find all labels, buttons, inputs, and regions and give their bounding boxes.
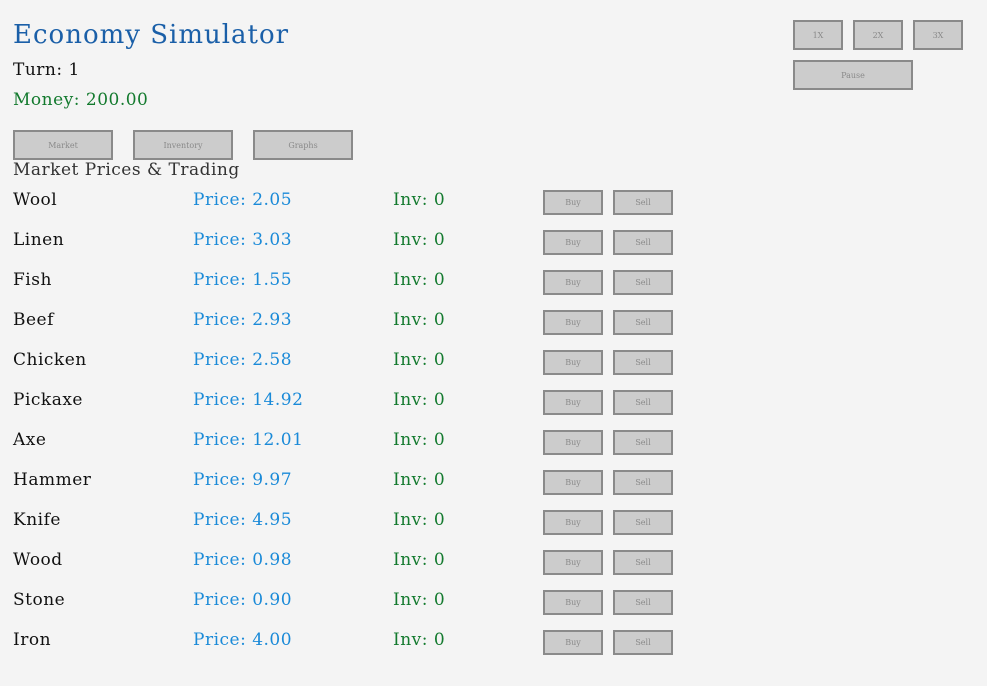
- market-row: Pickaxe Price: 14.92 Inv: 0 Buy Sell: [0, 390, 987, 430]
- sell-button[interactable]: Sell: [613, 510, 673, 535]
- item-name: Axe: [13, 430, 47, 450]
- item-inventory: Inv: 0: [393, 590, 446, 610]
- buy-button[interactable]: Buy: [543, 230, 603, 255]
- sell-button[interactable]: Sell: [613, 190, 673, 215]
- item-price: Price: 2.58: [193, 350, 293, 370]
- market-row: Hammer Price: 9.97 Inv: 0 Buy Sell: [0, 470, 987, 510]
- buy-button[interactable]: Buy: [543, 630, 603, 655]
- item-price: Price: 2.93: [193, 310, 293, 330]
- item-price: Price: 4.00: [193, 630, 293, 650]
- item-name: Pickaxe: [13, 390, 83, 410]
- item-inventory: Inv: 0: [393, 310, 446, 330]
- item-name: Hammer: [13, 470, 92, 490]
- item-inventory: Inv: 0: [393, 230, 446, 250]
- buy-button[interactable]: Buy: [543, 430, 603, 455]
- item-name: Chicken: [13, 350, 87, 370]
- item-price: Price: 2.05: [193, 190, 293, 210]
- buy-button[interactable]: Buy: [543, 350, 603, 375]
- sell-button[interactable]: Sell: [613, 270, 673, 295]
- item-inventory: Inv: 0: [393, 190, 446, 210]
- market-row: Fish Price: 1.55 Inv: 0 Buy Sell: [0, 270, 987, 310]
- item-inventory: Inv: 0: [393, 430, 446, 450]
- sell-button[interactable]: Sell: [613, 350, 673, 375]
- sell-button[interactable]: Sell: [613, 590, 673, 615]
- market-row: Axe Price: 12.01 Inv: 0 Buy Sell: [0, 430, 987, 470]
- sell-button[interactable]: Sell: [613, 550, 673, 575]
- item-name: Fish: [13, 270, 52, 290]
- item-price: Price: 0.90: [193, 590, 293, 610]
- buy-button[interactable]: Buy: [543, 550, 603, 575]
- market-heading: Market Prices & Trading: [13, 160, 240, 180]
- item-inventory: Inv: 0: [393, 390, 446, 410]
- pause-button[interactable]: Pause: [793, 60, 913, 90]
- turn-counter: Turn: 1: [13, 60, 80, 80]
- item-price: Price: 4.95: [193, 510, 293, 530]
- sell-button[interactable]: Sell: [613, 230, 673, 255]
- sell-button[interactable]: Sell: [613, 310, 673, 335]
- item-name: Stone: [13, 590, 66, 610]
- speed-3x-button[interactable]: 3X: [913, 20, 963, 50]
- market-row: Knife Price: 4.95 Inv: 0 Buy Sell: [0, 510, 987, 550]
- item-inventory: Inv: 0: [393, 510, 446, 530]
- market-list: Wool Price: 2.05 Inv: 0 Buy Sell Linen P…: [0, 190, 987, 670]
- item-name: Linen: [13, 230, 65, 250]
- tab-market[interactable]: Market: [13, 130, 113, 160]
- item-price: Price: 0.98: [193, 550, 293, 570]
- item-name: Iron: [13, 630, 52, 650]
- item-price: Price: 14.92: [193, 390, 304, 410]
- speed-2x-button[interactable]: 2X: [853, 20, 903, 50]
- money-display: Money: 200.00: [13, 90, 149, 110]
- sell-button[interactable]: Sell: [613, 470, 673, 495]
- item-price: Price: 12.01: [193, 430, 304, 450]
- speed-1x-button[interactable]: 1X: [793, 20, 843, 50]
- buy-button[interactable]: Buy: [543, 390, 603, 415]
- item-inventory: Inv: 0: [393, 470, 446, 490]
- buy-button[interactable]: Buy: [543, 510, 603, 535]
- item-price: Price: 3.03: [193, 230, 293, 250]
- buy-button[interactable]: Buy: [543, 310, 603, 335]
- market-row: Iron Price: 4.00 Inv: 0 Buy Sell: [0, 630, 987, 670]
- market-row: Wool Price: 2.05 Inv: 0 Buy Sell: [0, 190, 987, 230]
- item-price: Price: 9.97: [193, 470, 293, 490]
- tab-inventory[interactable]: Inventory: [133, 130, 233, 160]
- item-name: Wood: [13, 550, 63, 570]
- market-row: Linen Price: 3.03 Inv: 0 Buy Sell: [0, 230, 987, 270]
- buy-button[interactable]: Buy: [543, 190, 603, 215]
- buy-button[interactable]: Buy: [543, 470, 603, 495]
- market-row: Wood Price: 0.98 Inv: 0 Buy Sell: [0, 550, 987, 590]
- item-inventory: Inv: 0: [393, 630, 446, 650]
- market-row: Chicken Price: 2.58 Inv: 0 Buy Sell: [0, 350, 987, 390]
- item-name: Wool: [13, 190, 58, 210]
- tab-graphs[interactable]: Graphs: [253, 130, 353, 160]
- item-name: Knife: [13, 510, 61, 530]
- buy-button[interactable]: Buy: [543, 270, 603, 295]
- item-name: Beef: [13, 310, 54, 330]
- item-inventory: Inv: 0: [393, 270, 446, 290]
- market-row: Stone Price: 0.90 Inv: 0 Buy Sell: [0, 590, 987, 630]
- buy-button[interactable]: Buy: [543, 590, 603, 615]
- item-inventory: Inv: 0: [393, 350, 446, 370]
- market-row: Beef Price: 2.93 Inv: 0 Buy Sell: [0, 310, 987, 350]
- item-inventory: Inv: 0: [393, 550, 446, 570]
- app-title: Economy Simulator: [13, 20, 290, 50]
- sell-button[interactable]: Sell: [613, 430, 673, 455]
- sell-button[interactable]: Sell: [613, 630, 673, 655]
- item-price: Price: 1.55: [193, 270, 293, 290]
- sell-button[interactable]: Sell: [613, 390, 673, 415]
